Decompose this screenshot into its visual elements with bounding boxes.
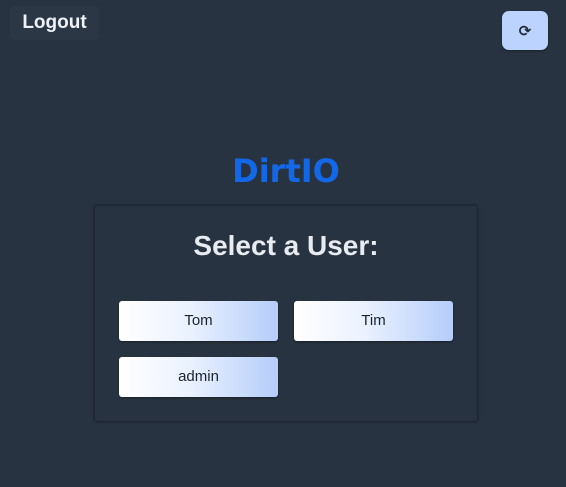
user-button-tim[interactable]: Tim <box>294 301 453 341</box>
app-title: DirtIO <box>232 152 340 190</box>
page: Logout ⟳ DirtIO Select a User: Tom Tim a… <box>0 0 566 487</box>
user-select-panel: Select a User: Tom Tim admin <box>94 205 478 422</box>
user-button-tom[interactable]: Tom <box>119 301 278 341</box>
refresh-icon: ⟳ <box>518 22 532 40</box>
refresh-button[interactable]: ⟳ <box>502 11 548 50</box>
logout-button[interactable]: Logout <box>10 6 99 40</box>
panel-title: Select a User: <box>193 230 379 261</box>
user-button-admin[interactable]: admin <box>119 357 278 397</box>
